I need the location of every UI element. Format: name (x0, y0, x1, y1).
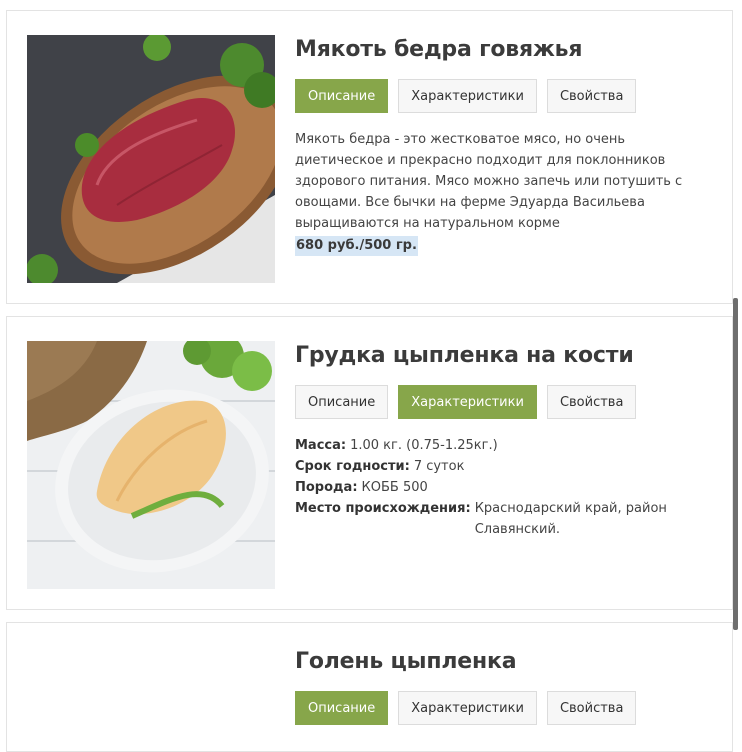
product-image-chicken-breast[interactable] (27, 341, 275, 589)
tab-description[interactable]: Описание (295, 385, 389, 419)
product-title: Грудка цыпленка на кости (295, 343, 634, 368)
spec-value: 1.00 кг. (0.75-1.25кг.) (350, 438, 498, 453)
spec-row: Место происхождения: Краснодарский край,… (295, 498, 715, 540)
scrollbar-thumb[interactable] (733, 298, 738, 630)
tab-characteristics[interactable]: Характеристики (398, 79, 537, 113)
tab-description[interactable]: Описание (295, 691, 389, 725)
spec-row: Порода: КОББ 500 (295, 477, 715, 498)
product-tabs: Описание Характеристики Свойства (295, 691, 715, 725)
tab-description[interactable]: Описание (295, 79, 389, 113)
spec-value: 7 суток (413, 459, 465, 474)
tab-properties[interactable]: Свойства (546, 691, 637, 725)
tab-properties[interactable]: Свойства (546, 385, 637, 419)
spec-key: Место происхождения: (295, 501, 471, 516)
spec-key: Порода: (295, 480, 358, 495)
spec-value: Краснодарский край, район Славянский. (474, 501, 667, 537)
product-price: 680 руб./500 гр. (295, 236, 418, 256)
tab-characteristics[interactable]: Характеристики (398, 385, 537, 419)
product-image-beef[interactable] (27, 35, 275, 283)
product-description: Мякоть бедра - это жестковатое мясо, но … (295, 132, 683, 231)
product-tabs: Описание Характеристики Свойства (295, 385, 715, 419)
spec-key: Масса: (295, 438, 347, 453)
product-card: Грудка цыпленка на кости Описание Характ… (6, 316, 733, 610)
spec-value: КОББ 500 (361, 480, 428, 495)
product-title: Мякоть бедра говяжья (295, 37, 583, 62)
product-card: Голень цыпленка Описание Характеристики … (6, 622, 733, 752)
tab-characteristics[interactable]: Характеристики (398, 691, 537, 725)
product-card: Мякоть бедра говяжья Описание Характерис… (6, 10, 733, 304)
spec-row: Срок годности: 7 суток (295, 456, 715, 477)
product-specs: Масса: 1.00 кг. (0.75-1.25кг.) Срок годн… (295, 435, 715, 540)
spec-row: Масса: 1.00 кг. (0.75-1.25кг.) (295, 435, 715, 456)
tab-properties[interactable]: Свойства (546, 79, 637, 113)
spec-key: Срок годности: (295, 459, 410, 474)
product-tabs: Описание Характеристики Свойства (295, 79, 715, 113)
product-title: Голень цыпленка (295, 649, 517, 674)
scrollbar[interactable] (732, 0, 742, 735)
